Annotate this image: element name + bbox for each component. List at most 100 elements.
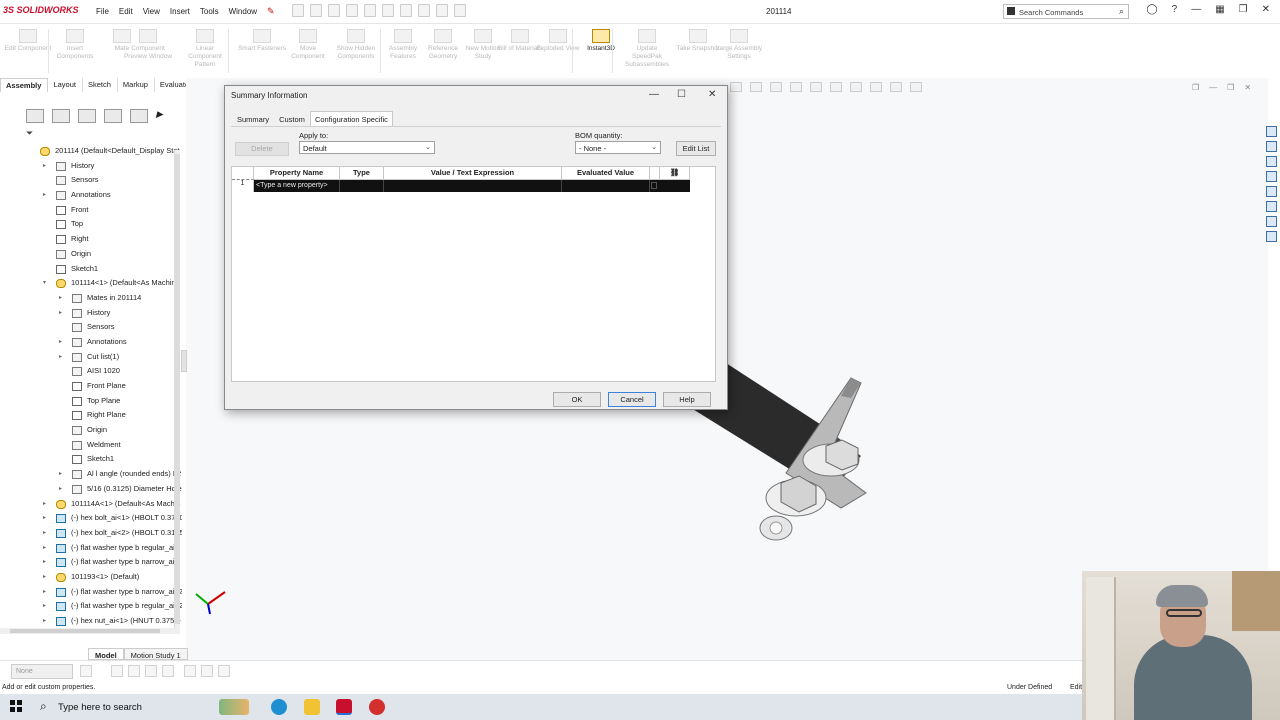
section-view-icon[interactable] [790,82,802,92]
save-icon[interactable] [346,4,358,17]
chevron-right-icon[interactable]: ▸ [43,497,46,512]
cmd-move-component[interactable]: Move Component [283,27,333,61]
chevron-right-icon[interactable]: ▸ [59,350,62,365]
toolbar-button-icon[interactable] [162,665,174,677]
cmd-update-speedpak-subassemblies[interactable]: Update SpeedPak Subassemblies [622,27,672,69]
tile-icon[interactable]: ❐ [1192,83,1199,92]
link-cell[interactable] [660,180,690,192]
tab-custom[interactable]: Custom [274,111,310,127]
scroll-thumb-horizontal[interactable] [10,629,160,633]
minimize-icon[interactable]: — [1191,4,1201,15]
tree-item[interactable]: ▸ 101114A<1> (Default<As Machin [22,497,182,512]
view-palette-icon[interactable] [1265,171,1277,182]
tab-sketch[interactable]: Sketch [82,78,118,92]
tree-horizontal-scrollbar[interactable] [0,628,180,634]
chevron-right-icon[interactable]: ▸ [43,541,46,556]
chevron-right-icon[interactable]: ▸ [59,306,62,321]
file-explorer-icon[interactable] [304,699,320,715]
file-explorer-icon[interactable] [1265,156,1277,167]
chevron-right-icon[interactable]: ▸ [43,188,46,203]
cmd-smart-fasteners[interactable]: Smart Fasteners [237,27,287,53]
menu-edit[interactable]: Edit [119,7,133,16]
tree-item[interactable]: Weldment [22,438,182,453]
combo-action-icon[interactable] [80,665,92,677]
tree-item[interactable]: Sensors [22,320,182,335]
user-account-icon[interactable]: ◯ [1146,4,1157,15]
tree-item[interactable]: Origin [22,423,182,438]
apply-to-select[interactable]: Default ⌄ [299,141,435,154]
tree-item[interactable]: ▸ History [22,159,182,174]
chevron-right-icon[interactable]: ▸ [43,511,46,526]
type-cell[interactable] [340,180,384,192]
chevron-right-icon[interactable]: ▸ [59,467,62,482]
tree-item[interactable]: Sketch1 [22,452,182,467]
pdm-icon[interactable] [1265,231,1277,242]
solidworks-forum-icon[interactable] [1265,216,1277,227]
chevron-right-icon[interactable]: ▸ [43,614,46,629]
search-icon[interactable]: ⌕ [1119,6,1124,17]
tree-item[interactable]: ▸ (-) hex bolt_ai<1> (HBOLT 0.3750 [22,511,182,526]
cancel-button[interactable]: Cancel [608,392,656,407]
tree-item[interactable]: ▸ History [22,306,182,321]
toolbar-button-icon[interactable] [218,665,230,677]
tree-item[interactable]: Sketch1 [22,262,182,277]
col-value-text-expression[interactable]: Value / Text Expression [384,167,562,180]
previous-view-icon[interactable] [770,82,782,92]
configurationmanager-icon[interactable] [78,109,96,123]
chevron-right-icon[interactable]: ▸ [59,291,62,306]
zoom-to-fit-icon[interactable] [730,82,742,92]
table-row[interactable]: 1 <Type a new property> [232,180,690,192]
home-icon[interactable] [292,4,304,17]
chevron-right-icon[interactable]: ▸ [43,585,46,600]
dialog-minimize-icon[interactable]: — [649,89,659,100]
cmd-edit-component[interactable]: Edit Component [3,27,53,53]
bom-quantity-select[interactable]: - None - ⌄ [575,141,661,154]
col-type[interactable]: Type [340,167,384,180]
tree-item[interactable]: AISI 1020 [22,364,182,379]
tree-item[interactable]: ▸ (-) hex nut_ai<1> (HNUT 0.3750- [22,614,182,629]
chevron-right-icon[interactable]: ▸ [43,526,46,541]
undo-icon[interactable] [382,4,394,17]
help-icon[interactable]: ? [1172,4,1178,15]
help-button[interactable]: Help [663,392,711,407]
tab-configuration-specific[interactable]: Configuration Specific [309,111,393,127]
col-evaluated-value[interactable]: Evaluated Value [562,167,650,180]
print-icon[interactable] [364,4,376,17]
chevron-right-icon[interactable]: ▸ [43,570,46,585]
new-property-name-cell[interactable]: <Type a new property> [254,180,340,192]
edit-list-button[interactable]: Edit List [676,141,716,156]
tree-item[interactable]: ▸ 5/16 (0.3125) Diameter Hole1 [22,482,182,497]
delete-button[interactable]: Delete [235,142,289,156]
windows-start-icon[interactable] [10,700,22,712]
featuremanager-tree-icon[interactable] [26,109,44,123]
doc-restore-icon[interactable]: ❐ [1227,83,1234,92]
row-checkbox[interactable] [651,182,657,189]
rebuild-icon[interactable] [418,4,430,17]
tab-layout[interactable]: Layout [48,78,83,92]
propertymanager-icon[interactable] [52,109,70,123]
col-property-name[interactable]: Property Name [254,167,340,180]
scene-icon[interactable] [890,82,902,92]
select-icon[interactable] [400,4,412,17]
screen-recorder-icon[interactable] [369,699,385,715]
custom-properties-icon[interactable] [1265,201,1277,212]
search-commands-input[interactable]: Search Commands ⌕ [1003,4,1129,19]
appearances-icon[interactable] [1265,186,1277,197]
cmd-component-preview-window[interactable]: Component Preview Window [123,27,173,61]
display-state-combo[interactable]: None [11,664,73,679]
grid-icon[interactable]: ▦ [1215,4,1224,15]
tree-item[interactable]: 201114 (Default<Default_Display Stat [22,144,182,159]
restore-icon[interactable]: ❐ [1239,4,1248,15]
chevron-right-icon[interactable]: ▶ [156,109,166,123]
chevron-right-icon[interactable]: ▸ [59,482,62,497]
tree-item[interactable]: Top Plane [22,394,182,409]
tree-item[interactable]: ▸ Mates in 201114 [22,291,182,306]
tree-item[interactable]: ▸ 101193<1> (Default) [22,570,182,585]
hide-show-icon[interactable] [850,82,862,92]
tree-vertical-scrollbar[interactable] [174,150,180,628]
news-widget-icon[interactable] [219,699,249,715]
tab-summary[interactable]: Summary [232,111,274,127]
toolbar-button-icon[interactable] [201,665,213,677]
tree-item[interactable]: ▾ 101114<1> (Default<As Machine [22,276,182,291]
chevron-right-icon[interactable]: ▸ [43,599,46,614]
